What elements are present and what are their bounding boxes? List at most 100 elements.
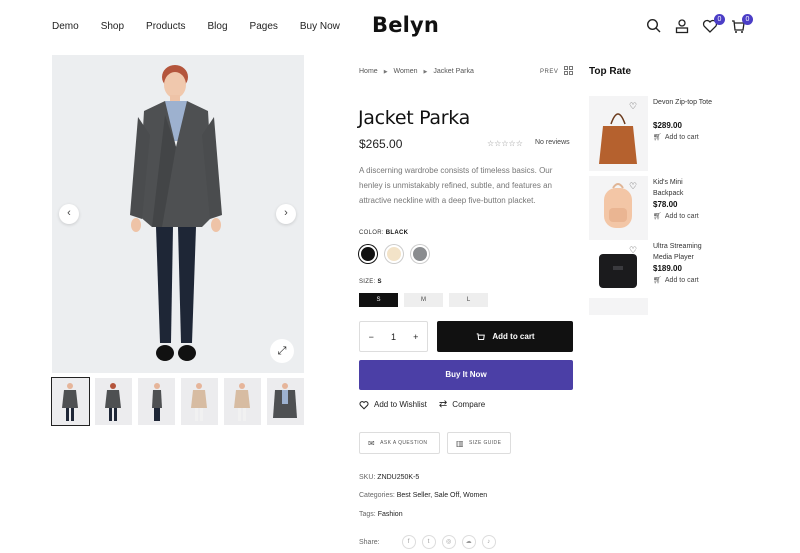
size-guide-label: SIZE GUIDE	[468, 440, 502, 446]
chevron-right-icon: ▶	[383, 68, 388, 75]
breadcrumb-home[interactable]: Home	[359, 68, 378, 75]
product-actions: Add to Wishlist ⇄ Compare	[359, 399, 485, 410]
cart-icon	[477, 332, 486, 340]
top-rate-title: Top Rate	[589, 66, 632, 77]
add-to-cart-label: Add to cart	[664, 276, 699, 284]
thumbnail-2[interactable]	[95, 378, 132, 425]
ask-question-button[interactable]: ✉ ASK A QUESTION	[359, 432, 440, 454]
tiktok-icon[interactable]: ♪	[481, 535, 496, 549]
product-description: A discerning wardrobe consists of timele…	[359, 166, 553, 205]
thumbnail-strip	[51, 377, 304, 426]
size-label: SIZE: S	[359, 279, 382, 285]
ask-question-label: ASK A QUESTION	[380, 440, 428, 446]
categories-line: Categories: Best Seller, Sale Off, Women	[359, 492, 488, 499]
cart-icon[interactable]: 0	[730, 14, 753, 34]
compare-link[interactable]: ⇄ Compare	[439, 399, 485, 410]
breadcrumb: Home ▶ Women ▶ Jacket Parka	[359, 68, 474, 75]
heart-icon[interactable]: ♡	[629, 181, 637, 192]
secondary-buttons: ✉ ASK A QUESTION ▥ SIZE GUIDE	[359, 432, 511, 454]
breadcrumb-women[interactable]: Women	[394, 68, 418, 75]
cloud-icon[interactable]: ☁	[461, 535, 476, 549]
qty-plus-button[interactable]: +	[413, 332, 418, 342]
model-illustration	[52, 55, 304, 373]
nav-blog[interactable]: Blog	[208, 20, 228, 34]
compare-label: Compare	[452, 400, 486, 409]
media-player-image[interactable]	[589, 240, 648, 315]
thumbnail-1[interactable]	[51, 377, 90, 426]
heart-icon[interactable]: ♡	[629, 101, 637, 112]
add-to-cart-label: Add to cart	[664, 133, 699, 141]
share-label: Share:	[359, 538, 380, 546]
color-label: COLOR: BLACK	[359, 230, 409, 236]
top-rate-item: ♡ Ultra Streaming Media Player $189.00 🛒…	[589, 240, 789, 315]
add-to-cart-label: Add to cart	[492, 332, 535, 341]
sku-value: ZNDU250K-5	[377, 474, 420, 481]
nav-buy-now[interactable]: Buy Now	[300, 20, 340, 34]
nav-demo[interactable]: Demo	[52, 20, 79, 34]
cart-icon: 🛒︎	[653, 277, 662, 284]
top-rate-item: ♡ Devon Zip-top Tote $289.00 🛒︎ Add to ca…	[589, 96, 789, 171]
user-icon[interactable]	[674, 18, 690, 34]
product-main-image[interactable]: ‹ › ⤢	[52, 55, 304, 373]
top-rate-item-name[interactable]: Kid's Mini Backpack	[653, 177, 713, 199]
breadcrumb-current: Jacket Parka	[433, 68, 474, 75]
tote-bag-image[interactable]	[589, 96, 648, 171]
qty-value[interactable]: 1	[391, 332, 396, 342]
top-rate-add-to-cart[interactable]: 🛒︎ Add to cart	[653, 276, 699, 285]
share-row: Share: f t ◎ ☁ ♪	[359, 535, 496, 549]
tags-line: Tags: Fashion	[359, 511, 403, 518]
prev-product-link[interactable]: PREV	[540, 69, 558, 75]
add-to-cart-label: Add to cart	[664, 212, 699, 220]
color-swatch-black[interactable]	[359, 245, 377, 263]
gallery-prev-arrow[interactable]: ‹	[59, 204, 79, 224]
color-swatch-beige[interactable]	[385, 245, 403, 263]
heart-icon[interactable]: ♡	[629, 245, 637, 256]
top-rate-item-name[interactable]: Ultra Streaming Media Player	[653, 241, 713, 263]
nav-pages[interactable]: Pages	[250, 20, 278, 34]
buy-now-button[interactable]: Buy It Now	[359, 360, 573, 390]
thumbnail-4[interactable]	[181, 378, 218, 425]
gallery-next-arrow[interactable]: ›	[276, 204, 296, 224]
size-option-l[interactable]: L	[449, 293, 488, 307]
categories-value[interactable]: Best Seller, Sale Off, Women	[397, 492, 487, 499]
size-option-s[interactable]: S	[359, 293, 398, 307]
wishlist-label: Add to Wishlist	[374, 400, 427, 409]
size-option-m[interactable]: M	[404, 293, 443, 307]
site-logo[interactable]: Belyn	[372, 13, 439, 37]
top-rate-item-price: $78.00	[653, 200, 678, 209]
thumbnail-3[interactable]	[138, 378, 175, 425]
size-value: S	[377, 279, 382, 285]
top-rate-add-to-cart[interactable]: 🛒︎ Add to cart	[653, 133, 699, 142]
wishlist-icon[interactable]: 0	[702, 14, 725, 34]
cart-icon: 🛒︎	[653, 213, 662, 220]
quantity-stepper: − 1 +	[359, 321, 428, 352]
twitter-icon[interactable]: t	[421, 535, 436, 549]
sku-line: SKU: ZNDU250K-5	[359, 474, 420, 481]
wishlist-count-badge: 0	[714, 14, 725, 25]
reviews-count[interactable]: No reviews	[535, 139, 570, 146]
top-rate-item-price: $189.00	[653, 264, 682, 273]
qty-minus-button[interactable]: −	[369, 332, 374, 342]
top-rate-item-price: $289.00	[653, 121, 682, 130]
nav-products[interactable]: Products	[146, 20, 185, 34]
color-swatch-gray[interactable]	[411, 245, 429, 263]
add-to-cart-button[interactable]: Add to cart	[437, 321, 573, 352]
facebook-icon[interactable]: f	[401, 535, 416, 549]
product-price: $265.00	[359, 137, 403, 151]
thumbnail-6[interactable]	[267, 378, 304, 425]
search-icon[interactable]	[646, 18, 662, 34]
grid-icon[interactable]	[564, 66, 573, 75]
chevron-right-icon: ▶	[423, 68, 428, 75]
size-guide-button[interactable]: ▥ SIZE GUIDE	[447, 432, 511, 454]
color-value: BLACK	[385, 230, 409, 236]
nav-shop[interactable]: Shop	[101, 20, 124, 34]
add-to-wishlist-link[interactable]: Add to Wishlist	[359, 400, 427, 410]
tags-value[interactable]: Fashion	[378, 511, 403, 518]
top-rate-item-name[interactable]: Devon Zip-top Tote	[653, 97, 713, 108]
zoom-icon[interactable]: ⤢	[270, 339, 294, 363]
thumbnail-5[interactable]	[224, 378, 261, 425]
cart-icon: 🛒︎	[653, 134, 662, 141]
cart-count-badge: 0	[742, 14, 753, 25]
top-rate-add-to-cart[interactable]: 🛒︎ Add to cart	[653, 212, 699, 221]
instagram-icon[interactable]: ◎	[441, 535, 456, 549]
